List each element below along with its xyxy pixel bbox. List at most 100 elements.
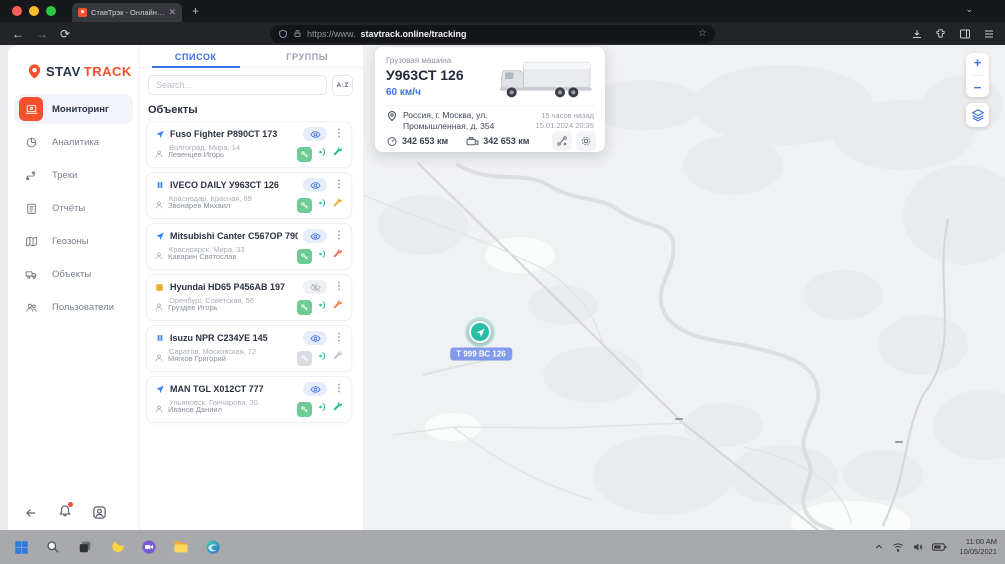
wrench-icon[interactable] bbox=[332, 247, 344, 265]
signal-icon[interactable] bbox=[316, 349, 328, 367]
sidebar-item-tracks[interactable]: Треки bbox=[14, 160, 133, 190]
driver-icon bbox=[154, 302, 164, 312]
key-icon[interactable] bbox=[297, 249, 312, 264]
panel-icon[interactable] bbox=[959, 28, 971, 40]
minimize-window-button[interactable] bbox=[29, 6, 39, 16]
visibility-toggle[interactable] bbox=[303, 127, 327, 141]
signal-icon[interactable] bbox=[316, 298, 328, 316]
star-icon[interactable]: ☆ bbox=[698, 28, 707, 39]
address-bar[interactable]: https://www.stavtrack.online/tracking ☆ bbox=[270, 25, 715, 43]
key-icon[interactable] bbox=[297, 351, 312, 366]
chevron-down-icon[interactable]: ⌄ bbox=[965, 4, 973, 15]
map-layers-button[interactable] bbox=[966, 103, 989, 127]
visibility-toggle-off[interactable] bbox=[303, 280, 327, 294]
start-icon[interactable] bbox=[12, 538, 30, 556]
extensions-icon[interactable] bbox=[935, 28, 947, 40]
brand-pin-icon bbox=[26, 63, 43, 80]
close-window-button[interactable] bbox=[12, 6, 22, 16]
window-controls[interactable] bbox=[12, 6, 56, 16]
notifications-button[interactable] bbox=[58, 503, 72, 522]
map[interactable]: Т 999 ВС 126 + − Грузовая машина У963СТ … bbox=[363, 45, 1005, 530]
sidebar-item-geozones[interactable]: Геозоны bbox=[14, 226, 133, 256]
key-icon[interactable] bbox=[297, 198, 312, 213]
key-icon[interactable] bbox=[297, 402, 312, 417]
driver-name: Звонарев Михаил bbox=[168, 201, 293, 210]
wrench-icon[interactable] bbox=[332, 400, 344, 418]
key-icon[interactable] bbox=[297, 147, 312, 162]
road-number-badge bbox=[675, 418, 683, 420]
key-icon[interactable] bbox=[297, 300, 312, 315]
new-tab-button[interactable]: + bbox=[192, 4, 199, 18]
menu-icon[interactable] bbox=[983, 28, 995, 40]
chevron-up-icon[interactable] bbox=[874, 542, 884, 552]
signal-icon[interactable] bbox=[316, 400, 328, 418]
kebab-icon[interactable]: ⋮ bbox=[334, 180, 344, 190]
signal-icon[interactable] bbox=[316, 247, 328, 265]
vehicle-card[interactable]: MAN TGL Х012СТ 777 ⋮ Ульяновск, Гончаров… bbox=[146, 376, 352, 423]
sidebar-item-analytics[interactable]: Аналитика bbox=[14, 127, 133, 157]
kebab-icon[interactable]: ⋮ bbox=[334, 129, 344, 139]
tab-list[interactable]: СПИСОК bbox=[140, 45, 252, 67]
wrench-icon[interactable] bbox=[332, 298, 344, 316]
back-icon[interactable]: ← bbox=[12, 27, 24, 41]
forward-icon[interactable]: → bbox=[36, 27, 48, 41]
maximize-window-button[interactable] bbox=[46, 6, 56, 16]
battery-icon[interactable] bbox=[932, 542, 947, 552]
engine-icon bbox=[466, 136, 479, 147]
vehicle-card[interactable]: Isuzu NPR С234УЕ 145 ⋮ Саратов, Московск… bbox=[146, 325, 352, 372]
search-icon[interactable] bbox=[44, 538, 62, 556]
back-icon[interactable] bbox=[24, 506, 38, 520]
reload-icon[interactable]: ⟳ bbox=[60, 27, 70, 41]
screen: { "browser": { "tab_title": "СтавТрэк - … bbox=[0, 0, 1005, 564]
vehicle-card[interactable]: Fuso Fighter Р890СТ 173 ⋮ Волгоград, Мир… bbox=[146, 121, 352, 168]
visibility-toggle[interactable] bbox=[303, 178, 327, 192]
zoom-in-button[interactable]: + bbox=[974, 56, 982, 69]
browser-tab[interactable]: СтавТрэк - Онлайн мониторинг ✕ bbox=[72, 3, 182, 22]
clock-time: 11:00 AM bbox=[966, 537, 997, 546]
download-icon[interactable] bbox=[911, 28, 923, 40]
kebab-icon[interactable]: ⋮ bbox=[334, 282, 344, 292]
tab-close-icon[interactable]: ✕ bbox=[168, 8, 176, 17]
moon-icon[interactable] bbox=[108, 538, 126, 556]
route-share-icon bbox=[556, 135, 568, 147]
volume-icon[interactable] bbox=[912, 541, 924, 553]
sidebar-item-reports[interactable]: Отчёты bbox=[14, 193, 133, 223]
sidebar-item-monitoring[interactable]: Мониторинг bbox=[14, 94, 133, 124]
search-input[interactable] bbox=[148, 75, 327, 95]
clock-date: 10/05/2021 bbox=[959, 547, 997, 556]
clock[interactable]: 11:00 AM 10/05/2021 bbox=[959, 537, 997, 557]
vehicle-marker-plate[interactable]: Т 999 ВС 126 bbox=[450, 348, 512, 361]
wrench-icon[interactable] bbox=[332, 349, 344, 367]
signal-icon[interactable] bbox=[316, 196, 328, 214]
tab-groups[interactable]: ГРУППЫ bbox=[252, 45, 364, 67]
settings-button[interactable] bbox=[576, 131, 596, 151]
route-share-button[interactable] bbox=[552, 131, 572, 151]
square-icon bbox=[154, 283, 165, 292]
toolbar-right-icons bbox=[911, 22, 995, 45]
signal-icon[interactable] bbox=[316, 145, 328, 163]
sidebar-item-objects[interactable]: Объекты bbox=[14, 259, 133, 289]
vehicle-card[interactable]: Mitsubishi Canter С567ОР 790 ⋮ Красноярс… bbox=[146, 223, 352, 270]
kebab-icon[interactable]: ⋮ bbox=[334, 333, 344, 343]
taskview-icon[interactable] bbox=[76, 538, 94, 556]
kebab-icon[interactable]: ⋮ bbox=[334, 231, 344, 241]
edge-icon[interactable] bbox=[204, 538, 222, 556]
wrench-icon[interactable] bbox=[332, 145, 344, 163]
vehicle-card[interactable]: IVECO DAILY У963СТ 126 ⋮ Краснодар, Крас… bbox=[146, 172, 352, 219]
vehicle-marker[interactable] bbox=[469, 321, 491, 343]
visibility-toggle[interactable] bbox=[303, 331, 327, 345]
sidebar-item-users[interactable]: Пользователи bbox=[14, 292, 133, 322]
zoom-out-button[interactable]: − bbox=[974, 81, 982, 94]
profile-icon[interactable] bbox=[92, 505, 107, 520]
folder-icon[interactable] bbox=[172, 538, 190, 556]
visibility-toggle[interactable] bbox=[303, 382, 327, 396]
wrench-icon[interactable] bbox=[332, 196, 344, 214]
kebab-icon[interactable]: ⋮ bbox=[334, 384, 344, 394]
visibility-toggle[interactable] bbox=[303, 229, 327, 243]
wifi-icon[interactable] bbox=[892, 541, 904, 553]
nav-arrow-icon bbox=[154, 384, 165, 394]
chat-icon[interactable] bbox=[140, 538, 158, 556]
vehicle-card[interactable]: Hyundai HD65 Р456АВ 197 ⋮ Оренбург, Сове… bbox=[146, 274, 352, 321]
page-background-strip bbox=[0, 45, 8, 530]
sort-button[interactable]: A↕Z bbox=[332, 75, 353, 96]
